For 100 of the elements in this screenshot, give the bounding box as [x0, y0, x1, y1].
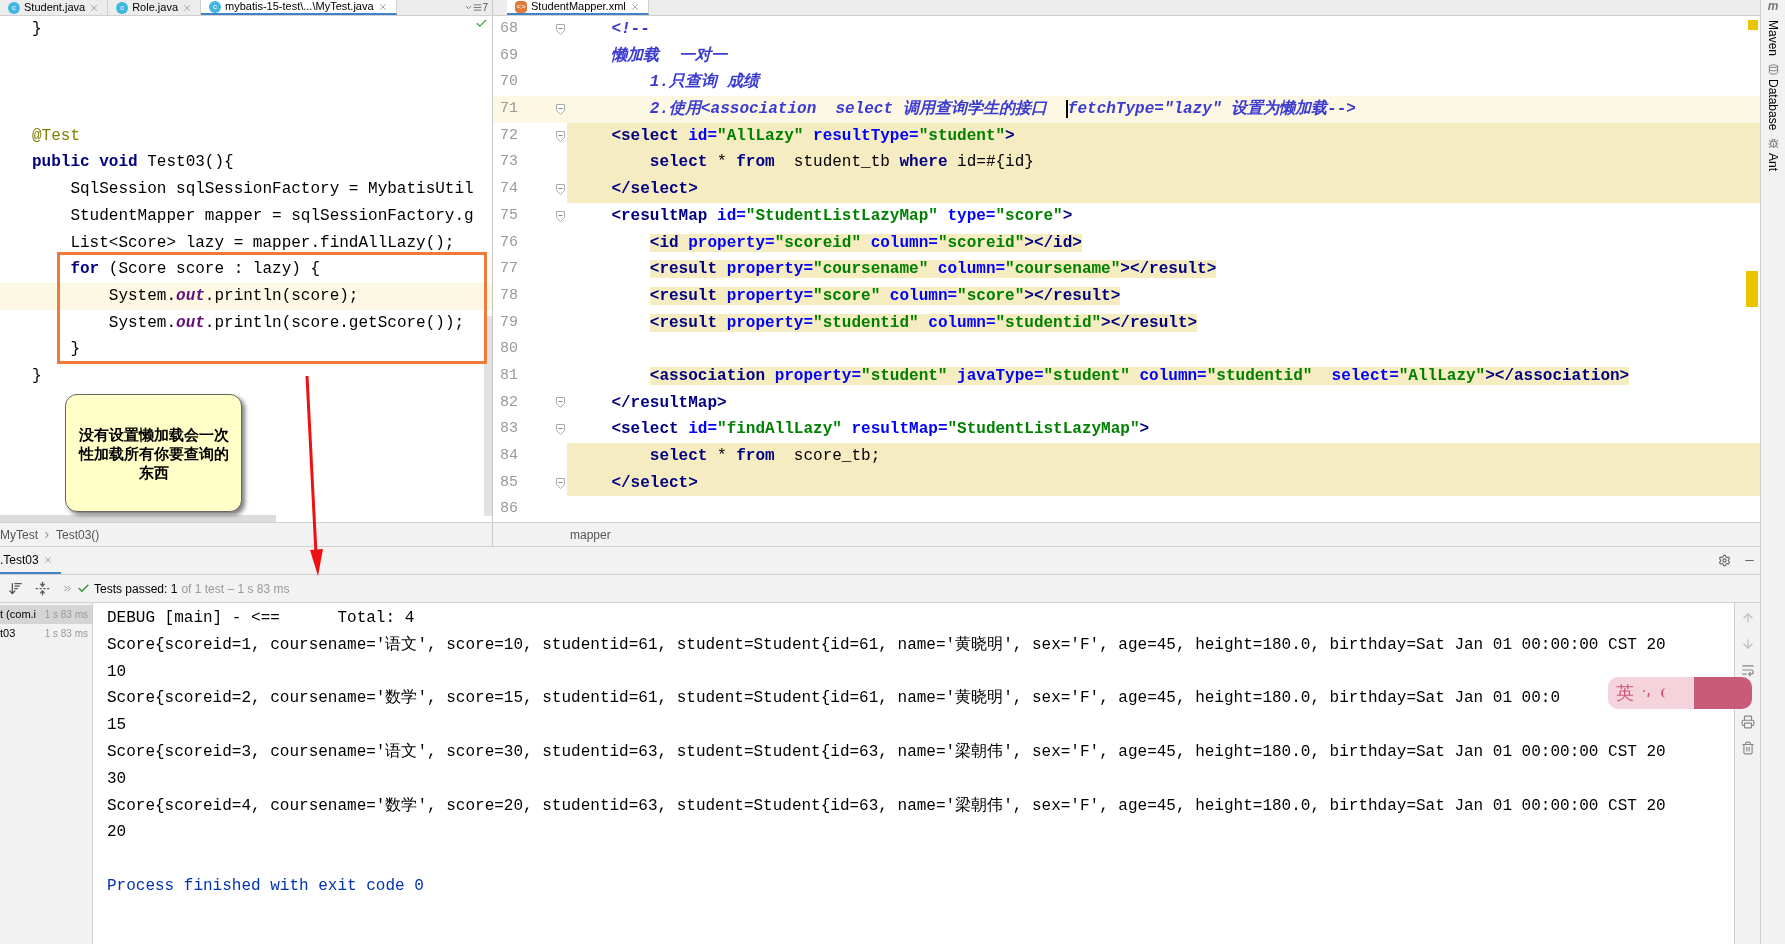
file-type-icon: <>: [515, 0, 527, 13]
caret-icon: [464, 3, 474, 12]
code-line: }: [32, 20, 42, 38]
console-line: 30: [107, 768, 127, 790]
fold-marker-icon[interactable]: [555, 210, 565, 222]
fold-marker-icon[interactable]: [555, 183, 565, 195]
line-number: 83: [499, 419, 519, 440]
change-marker: [1748, 20, 1758, 30]
close-icon[interactable]: [377, 1, 388, 12]
code-line: <select id="findAllLazy" resultMap="StudentListLazyMap">: [611, 420, 1150, 439]
exit-message: Process finished with exit code 0: [107, 875, 424, 897]
line-number: 81: [499, 365, 519, 386]
sort-icon[interactable]: [8, 581, 23, 596]
code-line: </select>: [611, 473, 698, 492]
note-callout: 没有设置懒加载会一次性加载所有你要查询的东西: [65, 394, 242, 512]
collapse-icon[interactable]: [35, 581, 50, 596]
console-line: Score{scoreid=2, coursename='数学', score=15, studentid=61, student=Student{id=61, name='黄晓明', sex='F', age=45, height=180.0, birthday=Sat Jan 01 00:0: [107, 688, 1561, 710]
line-number: 70: [499, 72, 519, 93]
fold-marker-icon[interactable]: [555, 424, 565, 436]
arrow-down-icon[interactable]: [1740, 637, 1755, 651]
close-icon[interactable]: [182, 2, 192, 13]
code-line: <!--: [611, 20, 650, 38]
line-number: 86: [499, 499, 519, 520]
run-tab[interactable]: .Test03: [0, 548, 61, 574]
breadcrumb[interactable]: Test03(): [56, 525, 100, 544]
editor-tab[interactable]: c mybatis-15-test\...\MyTest.java: [201, 0, 397, 15]
code-line: }: [32, 366, 42, 385]
line-number: 71: [499, 99, 519, 120]
console-line: 10: [107, 661, 127, 683]
fold-marker-icon[interactable]: [555, 103, 565, 115]
check-icon: [475, 17, 488, 30]
code-line: System.out.println(score.getScore());: [108, 313, 465, 332]
fold-marker-icon[interactable]: [555, 397, 565, 409]
file-type-icon: c: [116, 1, 129, 14]
line-number: 76: [499, 232, 519, 253]
punctuation-icon: [1642, 688, 1652, 698]
check-icon: [77, 582, 90, 595]
line-number: 80: [499, 339, 519, 360]
breadcrumb[interactable]: mapper: [570, 525, 611, 544]
line-number: 69: [499, 45, 519, 66]
code-line: for (Score score : lazy) {: [70, 260, 321, 279]
arrow-up-icon[interactable]: [1740, 611, 1755, 625]
code-line: 懒加载 一对一: [611, 46, 727, 65]
line-number: 84: [499, 446, 519, 466]
line-number: 77: [499, 259, 519, 280]
editor-tab[interactable]: <> StudentMapper.xml: [507, 0, 649, 15]
code-line: <select id="AllLazy" resultType="student">: [611, 126, 1015, 145]
bug-icon: [1767, 138, 1779, 150]
file-type-icon: c: [8, 1, 20, 14]
file-type-icon: c: [209, 0, 221, 13]
list-icon: [473, 3, 483, 12]
code-line: @Test: [32, 126, 80, 145]
database-icon: [1767, 64, 1779, 76]
photo-placeholder: [1694, 677, 1752, 709]
console-line: Score{scoreid=3, coursename='语文', score=30, studentid=63, student=Student{id=63, name='梁朝伟', sex='F', age=45, height=180.0, birthday=Sat Jan 01 00:00:00 CST 20: [107, 741, 1666, 763]
code-line: </select>: [611, 180, 698, 199]
code-line: public void Test03(){: [32, 153, 234, 172]
code-line: </resultMap>: [611, 393, 727, 412]
fold-marker-icon[interactable]: [555, 130, 565, 142]
tool-window-button[interactable]: Ant: [1764, 138, 1782, 172]
line-number: 79: [499, 312, 519, 333]
code-line: System.out.println(score);: [108, 286, 359, 305]
settings-icon[interactable]: [1718, 554, 1731, 567]
close-icon[interactable]: [42, 555, 53, 565]
line-number: 82: [499, 392, 519, 413]
line-number: 75: [499, 205, 519, 226]
console-line: Score{scoreid=4, coursename='数学', score=20, studentid=63, student=Student{id=63, name='梁朝伟', sex='F', age=45, height=180.0, birthday=Sat Jan 01 00:00:00 CST 20: [107, 795, 1666, 817]
console-line: 20: [107, 822, 127, 844]
print-icon[interactable]: [1740, 715, 1755, 729]
wrap-icon[interactable]: [1740, 663, 1755, 677]
line-number: 85: [499, 472, 519, 493]
line-number: 78: [499, 285, 519, 306]
code-line: SqlSession sqlSessionFactory = MybatisUtil: [70, 180, 474, 199]
line-number: 73: [499, 152, 519, 173]
tab-overflow-button[interactable]: 7: [460, 0, 492, 15]
console-line: 15: [107, 715, 127, 737]
change-marker: [1746, 271, 1758, 307]
test-detail: of 1 test – 1 s 83 ms: [181, 580, 290, 598]
test-tree-item[interactable]: t03 1 s 83 ms: [0, 624, 92, 643]
tool-window-button[interactable]: Database: [1764, 64, 1782, 131]
code-line: }: [70, 340, 80, 359]
line-number: 72: [499, 125, 519, 146]
code-line: StudentMapper mapper = sqlSessionFactory.g: [70, 206, 474, 225]
line-number: 74: [499, 179, 519, 200]
close-icon[interactable]: [629, 1, 640, 12]
fold-marker-icon[interactable]: [555, 477, 565, 489]
fold-marker-icon[interactable]: [555, 23, 565, 35]
code-line: select * from score_tb;: [649, 447, 881, 465]
more-icon[interactable]: [62, 583, 73, 594]
trash-icon[interactable]: [1740, 741, 1755, 755]
maven-logo: m: [1767, 0, 1779, 12]
chevron-icon: [42, 529, 52, 540]
code-line: 1.只查询 成绩: [649, 73, 759, 92]
console-line: Score{scoreid=1, coursename='语文', score=10, studentid=61, student=Student{id=61, name='黄晓明', sex='F', age=45, height=180.0, birthday=Sat Jan 01 00:00:00 CST 20: [107, 634, 1666, 656]
test-status: Tests passed: 1: [94, 580, 178, 598]
breadcrumb[interactable]: MyTest: [0, 525, 38, 544]
console-line: DEBUG [main] - <== Total: 4: [107, 608, 415, 629]
code-line: select * from student_tb where id=#{id}: [649, 153, 1034, 172]
tool-window-button[interactable]: Maven: [1764, 20, 1782, 57]
close-icon[interactable]: [89, 2, 100, 13]
